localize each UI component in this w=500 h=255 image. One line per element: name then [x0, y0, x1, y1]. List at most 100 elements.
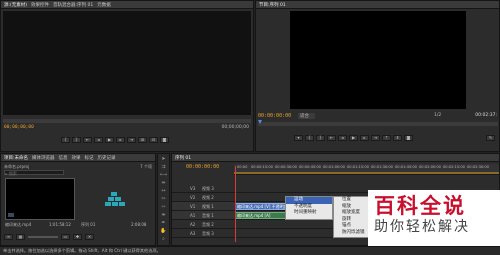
prog-mark-out-button[interactable]: }	[316, 135, 325, 141]
insert-button[interactable]: ⊞	[138, 137, 147, 143]
source-scrub-bar[interactable]	[3, 119, 251, 123]
prog-mark-in-button[interactable]: {	[305, 135, 314, 141]
pen-tool-icon[interactable]: ✒	[160, 219, 167, 226]
ruler-tick-2: 00:00:30:00	[275, 165, 297, 169]
timeline-tabbar: 序列 01	[172, 154, 499, 162]
tab-media-browser[interactable]: 媒体浏览器	[32, 155, 55, 161]
prog-marker-button[interactable]: ▾	[294, 135, 303, 141]
hand-tool-icon[interactable]: ✋	[160, 227, 167, 234]
search-icon: ⌕	[5, 171, 8, 176]
prog-step-back-button[interactable]: ◂	[338, 135, 347, 141]
prog-export-frame-button[interactable]: ◙	[404, 135, 413, 141]
step-back-button[interactable]: ◂	[94, 137, 103, 143]
track-a2-label: A2	[190, 222, 196, 227]
program-duration: 00:02:37:	[475, 113, 497, 118]
tab-program[interactable]: 节目:序列 01	[259, 2, 286, 8]
lift-button[interactable]: ⇡	[382, 135, 391, 141]
settings-wrench-icon[interactable]: ✎	[486, 135, 495, 141]
track-a1-label: A1	[190, 213, 196, 218]
project-tabbar: 项目:未命名 媒体浏览器 信息 效果 标记 历史记录	[1, 154, 155, 162]
new-bin-icon[interactable]: ▭	[61, 234, 70, 240]
ruler-tick-6: 00:01:30:00	[371, 165, 393, 169]
ripple-edit-tool-icon[interactable]: ⟷	[160, 171, 167, 178]
overwrite-button[interactable]: ⊟	[149, 137, 158, 143]
tools-panel: ➤ ⇉ ⟷ ⇹ ↔ ✂ ⇿ ⇼ ✒ ✋ ⌕	[157, 153, 170, 246]
ruler-tick-8: 00:02:00:00	[419, 165, 441, 169]
step-forward-button[interactable]: ▸	[116, 137, 125, 143]
slip-tool-icon[interactable]: ⇿	[160, 203, 167, 210]
sequence-name: 序列 01	[81, 222, 96, 227]
source-panel: 源:(无素材) 效果控件 音轨混合器:序列 01 元数据 00;00;00;00…	[0, 0, 254, 152]
track-v2-name: 视频 2	[202, 195, 214, 200]
ruler-tick-4: 00:01:00:00	[323, 165, 345, 169]
go-in-button[interactable]: ⇤	[83, 137, 92, 143]
timeline-playhead[interactable]	[235, 166, 236, 242]
track-a2-name: 音频 2	[202, 222, 214, 227]
tab-history[interactable]: 历史记录	[98, 155, 116, 161]
icon-view-icon[interactable]: ▦	[16, 234, 25, 240]
tab-metadata[interactable]: 元数据	[97, 2, 111, 8]
play-button[interactable]: ▶	[105, 137, 114, 143]
track-v3-name: 视频 3	[202, 186, 214, 191]
track-v2-label: V2	[190, 195, 196, 200]
track-v3-label: V3	[190, 186, 196, 191]
tab-info[interactable]: 信息	[59, 155, 68, 161]
ruler-tick-1: 00:00:15:00	[251, 165, 273, 169]
program-timecode[interactable]: 00:00:00:00	[258, 113, 291, 119]
status-text: 单击并选择。按住加选以选择多个剪辑。拖动 Shift、Alt 和 Ctrl 键以…	[3, 248, 161, 253]
zoom-slider[interactable]	[28, 236, 58, 238]
track-a3-name: 音频 3	[202, 231, 214, 236]
go-out-button[interactable]: ⇥	[127, 137, 136, 143]
tab-source[interactable]: 源:(无素材)	[4, 2, 27, 8]
new-item-icon[interactable]: ✚	[73, 234, 82, 240]
menu-item-time-remap[interactable]: 时间重映射	[286, 210, 332, 217]
prog-step-forward-button[interactable]: ▸	[360, 135, 369, 141]
program-fit-select[interactable]: 适合	[298, 113, 315, 119]
zoom-tool-icon[interactable]: ⌕	[160, 235, 167, 242]
prog-go-in-button[interactable]: ⇤	[327, 135, 336, 141]
tab-effect-controls[interactable]: 效果控件	[31, 2, 49, 8]
export-frame-button[interactable]: ◙	[160, 137, 169, 143]
razor-tool-icon[interactable]: ✂	[160, 195, 167, 202]
track-a3-label: A3	[190, 231, 196, 236]
ruler-tick-7: 00:01:45:00	[395, 165, 417, 169]
selection-tool-icon[interactable]: ➤	[160, 155, 167, 162]
search-placeholder: 搜索	[8, 171, 17, 176]
context-menu: 运动 不透明度 时间重映射	[285, 196, 333, 220]
prog-go-out-button[interactable]: ⇥	[371, 135, 380, 141]
extract-button[interactable]: ⇞	[393, 135, 402, 141]
tab-audio-mixer[interactable]: 音轨混合器:序列 01	[53, 2, 93, 8]
source-timecode-left[interactable]: 00;00;00;00	[4, 125, 34, 130]
clip-duration: 1:01:58:12	[49, 222, 71, 227]
rolling-edit-tool-icon[interactable]: ⇹	[160, 179, 167, 186]
tab-markers[interactable]: 标记	[85, 155, 94, 161]
timeline-timecode[interactable]: 00:00:00:00	[186, 164, 219, 170]
mark-out-button[interactable]: }	[72, 137, 81, 143]
tab-sequence[interactable]: 序列 01	[175, 155, 191, 161]
work-area-bar[interactable]	[234, 172, 499, 174]
program-panel: 节目:序列 01 00:00:00:00 适合 1/2 00:02:37: ▾ …	[255, 0, 500, 152]
sequence-icon	[105, 192, 125, 206]
list-view-icon[interactable]: ≡	[4, 234, 13, 240]
source-tabbar: 源:(无素材) 效果控件 音轨混合器:序列 01 元数据	[1, 1, 253, 9]
rate-stretch-tool-icon[interactable]: ↔	[160, 187, 167, 194]
delete-icon[interactable]: ✕	[85, 234, 94, 240]
mark-in-button[interactable]: {	[61, 137, 70, 143]
program-page: 1/2	[434, 113, 442, 118]
ruler-tick-3: 00:00:45:00	[299, 165, 321, 169]
ruler-tick-9: 00:02:15:00	[443, 165, 465, 169]
source-transport: { } ⇤ ◂ ▶ ▸ ⇥ ⊞ ⊟ ◙	[61, 137, 169, 143]
project-item-count: 7 个项	[140, 164, 152, 169]
tab-project[interactable]: 项目:未命名	[4, 155, 28, 161]
status-bar: 单击并选择。按住加选以选择多个剪辑。拖动 Shift、Alt 和 Ctrl 键以…	[0, 246, 500, 255]
clip-thumbnail[interactable]	[5, 178, 75, 220]
track-select-tool-icon[interactable]: ⇉	[160, 163, 167, 170]
slide-tool-icon[interactable]: ⇼	[160, 211, 167, 218]
sequence-thumbnail[interactable]	[81, 178, 151, 220]
tab-effects[interactable]: 效果	[72, 155, 81, 161]
ruler-labels: 00:00 00:00:15:00 00:00:30:00 00:00:45:0…	[234, 165, 499, 170]
prog-play-button[interactable]: ▶	[349, 135, 358, 141]
sequence-duration: 2:08:08	[131, 222, 147, 227]
project-search[interactable]: ⌕ 搜索	[4, 170, 64, 176]
program-scrub-bar[interactable]	[258, 122, 498, 126]
